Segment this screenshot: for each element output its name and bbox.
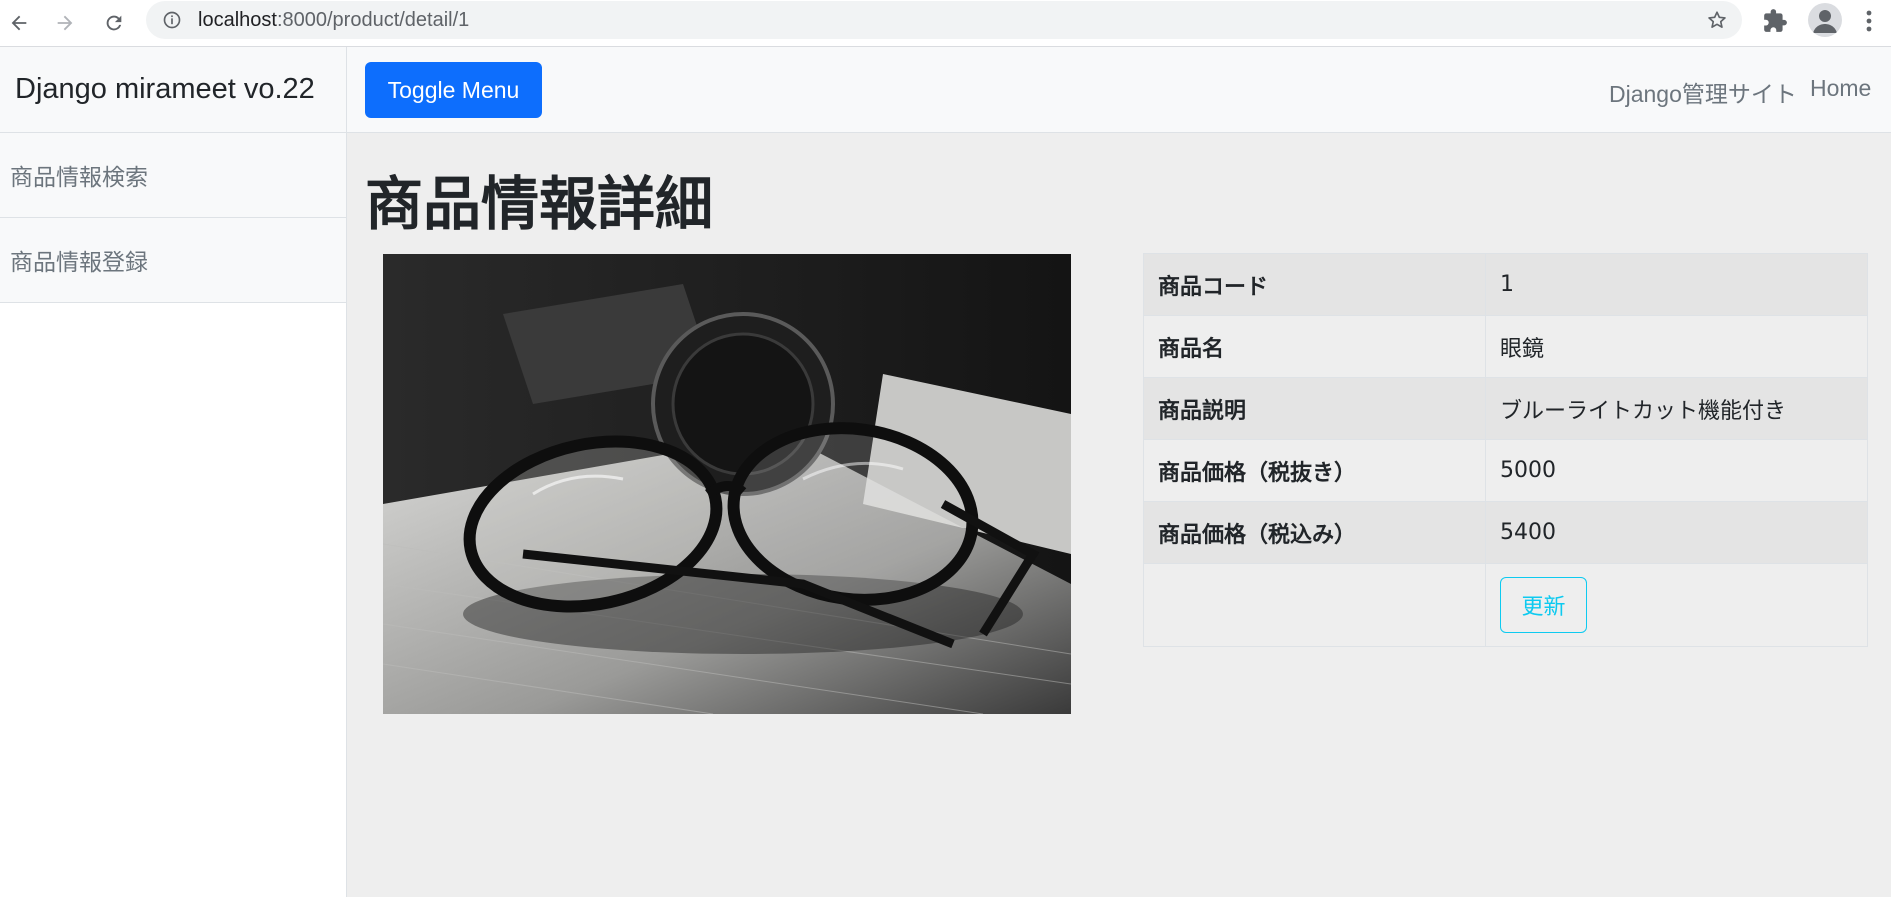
detail-label-name: 商品名 (1143, 315, 1486, 378)
arrow-left-icon (11, 15, 27, 31)
detail-value-name: 眼鏡 (1485, 315, 1868, 378)
page-title: 商品情報詳細 (365, 170, 714, 238)
top-navbar: Toggle Menu Django管理サイト Home (347, 47, 1891, 133)
table-row: 商品説明 ブルーライトカット機能付き (1143, 377, 1868, 440)
detail-label-description: 商品説明 (1143, 377, 1486, 440)
empty-cell (1143, 563, 1486, 647)
forward-button[interactable] (48, 6, 82, 40)
sidebar-item-product-register[interactable]: 商品情報登録 (0, 218, 346, 303)
detail-label-price-incl-tax: 商品価格（税込み） (1143, 501, 1486, 564)
person-icon (1813, 10, 1837, 33)
nav-link-django-admin[interactable]: Django管理サイト (1609, 75, 1797, 109)
product-detail-table: 商品コード 1 商品名 眼鏡 商品説明 ブルーライトカット機能付き 商品価格（税… (1143, 253, 1868, 647)
bookmark-star-icon[interactable] (1706, 9, 1728, 31)
address-bar[interactable]: localhost:8000/product/detail/1 (146, 1, 1742, 39)
table-row: 商品名 眼鏡 (1143, 315, 1868, 378)
table-row: 商品価格（税込み） 5400 (1143, 501, 1868, 564)
profile-avatar-icon[interactable] (1808, 3, 1842, 37)
browser-menu-icon[interactable] (1858, 6, 1880, 36)
back-button[interactable] (2, 6, 36, 40)
url-path: :8000/product/detail/1 (276, 9, 470, 31)
reload-button[interactable] (97, 6, 131, 40)
nav-link-home[interactable]: Home (1810, 75, 1871, 102)
toggle-menu-button[interactable]: Toggle Menu (365, 62, 542, 118)
info-icon[interactable] (162, 10, 182, 30)
browser-toolbar: localhost:8000/product/detail/1 (0, 0, 1891, 47)
action-cell: 更新 (1485, 563, 1868, 647)
sidebar-brand[interactable]: Django mirameet vo.22 (0, 47, 346, 133)
main-content: 商品情報詳細 商品コード 1 商品名 眼鏡 商品説明 ブルーライトカット機能付き… (347, 133, 1891, 897)
table-row-actions: 更新 (1143, 563, 1868, 647)
detail-value-description: ブルーライトカット機能付き (1485, 377, 1868, 440)
eyeglasses-photo (383, 254, 1071, 714)
reload-icon (106, 15, 122, 31)
url-host: localhost (198, 9, 277, 31)
sidebar-item-product-search[interactable]: 商品情報検索 (0, 133, 346, 218)
table-row: 商品コード 1 (1143, 253, 1868, 316)
sidebar: Django mirameet vo.22 商品情報検索 商品情報登録 (0, 47, 347, 897)
detail-label-code: 商品コード (1143, 253, 1486, 316)
url-text: localhost:8000/product/detail/1 (198, 9, 469, 32)
extensions-puzzle-icon[interactable] (1762, 8, 1788, 34)
detail-value-price-excl-tax: 5000 (1485, 439, 1868, 502)
table-row: 商品価格（税抜き） 5000 (1143, 439, 1868, 502)
detail-value-code: 1 (1485, 253, 1868, 316)
product-image (383, 254, 1071, 714)
arrow-right-icon (57, 15, 73, 31)
detail-label-price-excl-tax: 商品価格（税抜き） (1143, 439, 1486, 502)
detail-value-price-incl-tax: 5400 (1485, 501, 1868, 564)
update-button[interactable]: 更新 (1500, 577, 1587, 633)
